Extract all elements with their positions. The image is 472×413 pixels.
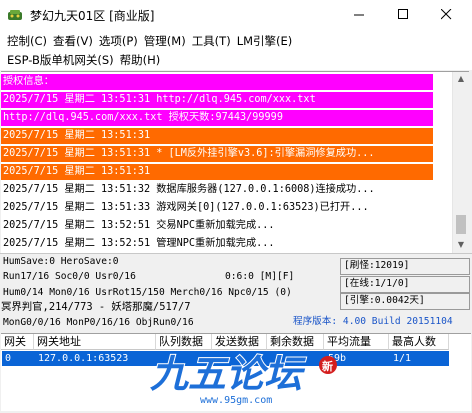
online-box: [在线:1/1/0] [340, 276, 470, 293]
col-gateway-address[interactable]: 网关地址 [34, 334, 156, 350]
log-vertical-scrollbar[interactable]: ▲ ▼ [452, 72, 469, 253]
watermark-logo: 九五论坛 新 www.95gm.com [149, 345, 420, 410]
window-title: 梦幻九天01区 [商业版] [30, 9, 155, 23]
minimize-button[interactable] [345, 3, 373, 25]
stat-map: 冥界判官,214/773 - 妖塔那魔/517/7 [1, 301, 191, 313]
engine-box: [引擎:0.0042天] [340, 293, 470, 310]
log-line: 2025/7/15 星期二 13:51:31 [1, 128, 433, 144]
log-line: 2025/7/15 星期二 13:51:32 数据库服务器(127.0.0.1:… [3, 184, 375, 195]
stat-save: HumSave:0 HeroSave:0 [3, 256, 119, 267]
stat-time: 0:6:0 [M][F] [225, 271, 295, 282]
menu-help[interactable]: 帮助(H) [119, 51, 166, 69]
minimize-icon [353, 14, 364, 15]
log-panel[interactable]: 授权信息： 2025/7/15 星期二 13:51:31 http://dlq.9… [1, 71, 469, 254]
scroll-down-icon[interactable]: ▼ [456, 240, 466, 250]
log-line: 2025/7/15 星期二 13:51:33 游戏网关[0](127.0.0.1… [3, 202, 369, 213]
scroll-up-icon[interactable]: ▲ [456, 74, 466, 84]
menu-bar: 控制(C) 查看(V) 选项(P) 管理(M) 工具(T) LM引擎(E) ES… [0, 30, 472, 70]
log-line: 2025/7/15 星期二 13:52:51 管理NPC重新加载完成... [3, 238, 275, 249]
watermark-url: www.95gm.com [200, 395, 272, 406]
stat-engine: [引擎:0.0042天] [344, 295, 425, 306]
maximize-icon [397, 8, 408, 19]
close-icon [440, 8, 451, 19]
menu-row-2: ESP-B版单机网关(S) 帮助(H) [6, 51, 165, 69]
stat-online: [在线:1/1/0] [344, 278, 410, 289]
svg-text:新: 新 [322, 359, 333, 373]
log-line: 2025/7/15 星期二 13:51:31 [1, 164, 433, 180]
menu-esp-gateway[interactable]: ESP-B版单机网关(S) [6, 51, 119, 69]
menu-manage[interactable]: 管理(M) [143, 32, 191, 50]
table-blank-area [449, 334, 471, 411]
cell-gateway: 0 [5, 353, 12, 364]
menu-lm-engine[interactable]: LM引擎(E) [236, 32, 298, 50]
title-bar: 梦幻九天01区 [商业版] [0, 0, 472, 30]
scroll-thumb[interactable] [456, 215, 466, 234]
forum-logo-icon: 九五论坛 新 www.95gm.com [149, 351, 337, 406]
svg-text:九五论坛: 九五论坛 [150, 352, 307, 396]
maximize-button[interactable] [389, 3, 417, 25]
menu-row-1: 控制(C) 查看(V) 选项(P) 管理(M) 工具(T) LM引擎(E) [6, 32, 297, 50]
app-icon [8, 10, 22, 20]
menu-options[interactable]: 选项(P) [98, 32, 143, 50]
cell-gateway-address: 127.0.0.1:63523 [38, 353, 129, 364]
log-line: 2025/7/15 星期二 13:51:31 * [LM反外挂引擎v3.6]:引… [1, 146, 433, 162]
log-line: 2025/7/15 星期二 13:52:51 交易NPC重新加载完成... [3, 220, 275, 231]
menu-tools[interactable]: 工具(T) [191, 32, 236, 50]
stat-run: Run17/16 Soc0/0 Usr0/16 [3, 271, 136, 282]
program-version: 程序版本: 4.00 Build 20151104 [293, 316, 453, 327]
col-gateway[interactable]: 网关 [1, 334, 34, 350]
stat-hum: Hum0/14 Mon0/16 UsrRot15/150 Merch0/16 N… [3, 287, 292, 298]
refresh-box: [刷怪:12019] [340, 258, 470, 275]
stat-mon: MonG0/0/16 MonP0/16/16 ObjRun0/16 [3, 317, 194, 328]
log-line: 授权信息： [1, 74, 433, 90]
log-line: http://dlq.945.com/xxx.txt 授权天数:97443/99… [1, 110, 433, 126]
menu-view[interactable]: 查看(V) [52, 32, 98, 50]
close-button[interactable] [432, 3, 460, 25]
log-line: 2025/7/15 星期二 13:51:31 http://dlq.945.co… [1, 92, 433, 108]
menu-control[interactable]: 控制(C) [6, 32, 52, 50]
stat-refresh: [刷怪:12019] [344, 260, 410, 271]
